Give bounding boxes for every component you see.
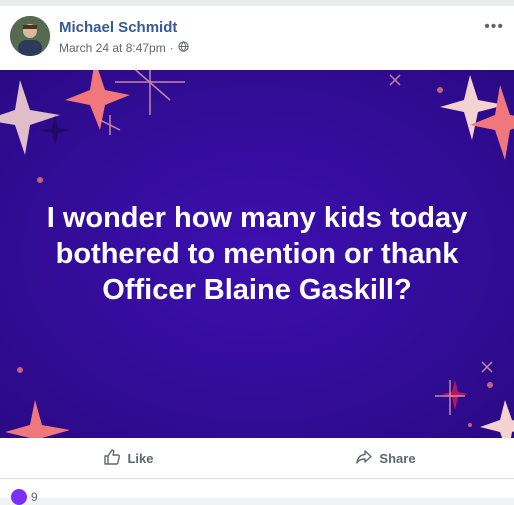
share-button[interactable]: Share — [257, 438, 514, 478]
like-button[interactable]: Like — [0, 438, 257, 478]
avatar[interactable] — [10, 16, 50, 56]
meta-separator: · — [169, 41, 174, 55]
post-banner: I wonder how many kids today bothered to… — [0, 70, 514, 438]
reaction-count[interactable]: 9 — [31, 490, 38, 504]
share-arrow-icon — [355, 448, 373, 469]
post-quote: I wonder how many kids today bothered to… — [46, 202, 468, 306]
post-header: Michael Schmidt March 24 at 8:47pm · ••• — [0, 6, 514, 70]
avatar-image — [10, 16, 50, 56]
reactions-bar: 9 — [0, 479, 514, 505]
author-name[interactable]: Michael Schmidt — [59, 19, 177, 36]
more-options-icon[interactable]: ••• — [484, 18, 504, 36]
share-label: Share — [379, 450, 416, 466]
reaction-icon[interactable] — [11, 489, 27, 505]
post-actions: Like Share — [0, 438, 514, 479]
thumbs-up-icon — [103, 448, 121, 469]
post-meta: March 24 at 8:47pm · — [59, 41, 189, 55]
like-label: Like — [127, 450, 154, 466]
post-timestamp[interactable]: March 24 at 8:47pm — [59, 41, 166, 55]
globe-icon — [178, 41, 189, 55]
